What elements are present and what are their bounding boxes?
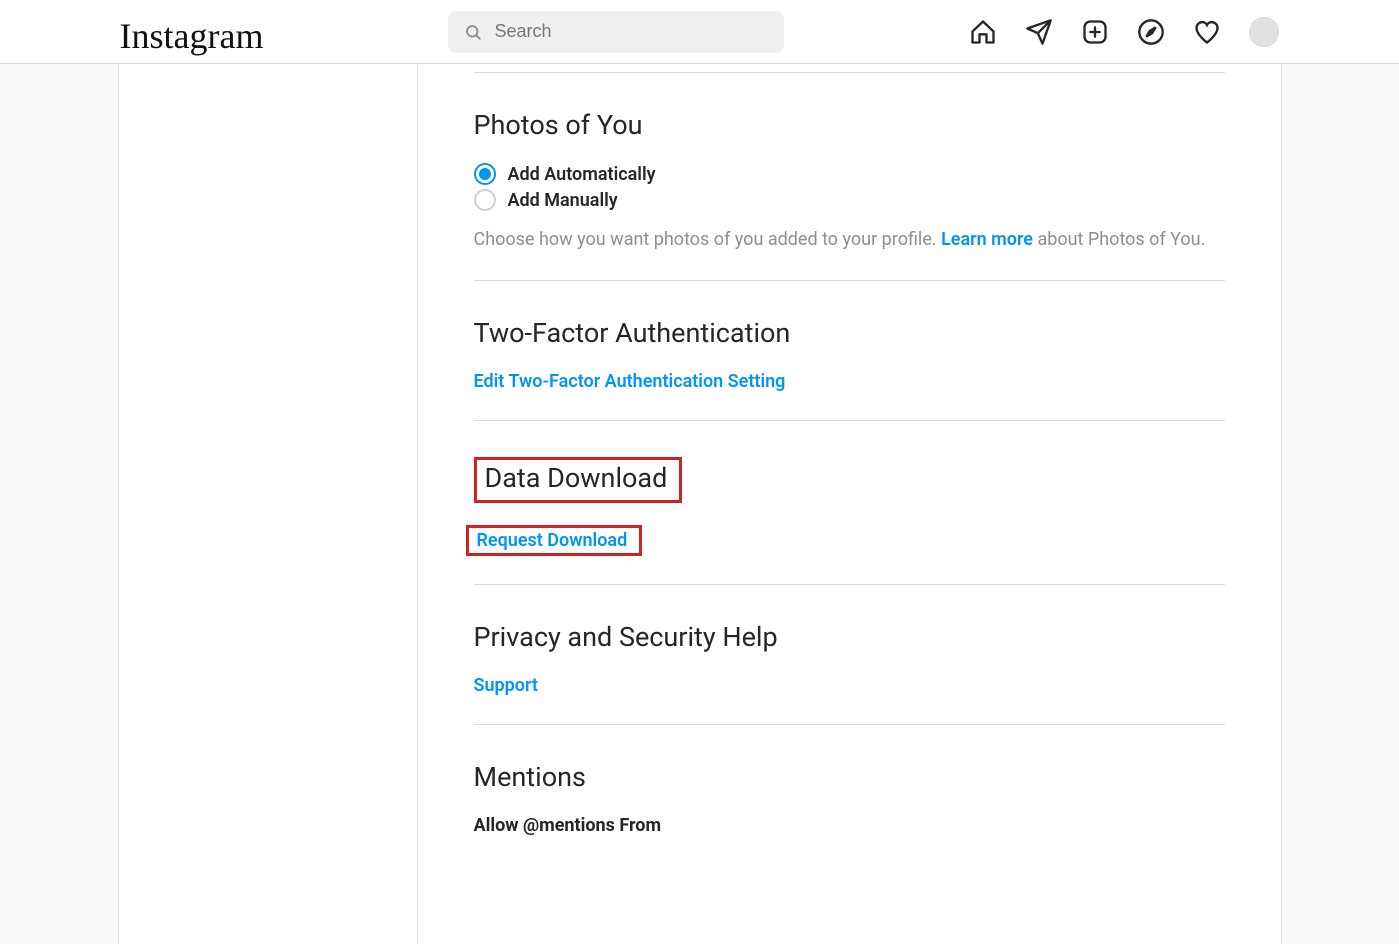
radio-add-manually[interactable]: Add Manually bbox=[474, 189, 1225, 211]
new-post-icon[interactable] bbox=[1081, 18, 1109, 46]
section-data-download: Data Download Request Download bbox=[474, 420, 1225, 584]
edit-two-factor-link[interactable]: Edit Two-Factor Authentication Setting bbox=[474, 371, 786, 392]
section-privacy-help: Privacy and Security Help Support bbox=[474, 584, 1225, 724]
section-title-two-factor: Two-Factor Authentication bbox=[474, 317, 1225, 349]
help-text: Choose how you want photos of you added … bbox=[474, 227, 1225, 252]
profile-avatar[interactable] bbox=[1249, 17, 1279, 47]
section-title-photos-of-you: Photos of You bbox=[474, 109, 1225, 141]
highlight-box: Data Download bbox=[474, 457, 683, 503]
radio-label: Add Automatically bbox=[508, 164, 656, 185]
section-title-privacy-help: Privacy and Security Help bbox=[474, 621, 1225, 653]
learn-more-link[interactable]: Learn more bbox=[941, 229, 1033, 250]
settings-columns: Photos of You Add Automatically Add Manu… bbox=[118, 64, 1282, 944]
settings-main: Photos of You Add Automatically Add Manu… bbox=[418, 64, 1282, 944]
activity-heart-icon[interactable] bbox=[1193, 18, 1221, 46]
radio-add-automatically[interactable]: Add Automatically bbox=[474, 163, 1225, 185]
messenger-icon[interactable] bbox=[1025, 18, 1053, 46]
section-title-data-download: Data Download bbox=[474, 457, 1225, 503]
radio-button-icon bbox=[474, 189, 496, 211]
nav-icons bbox=[969, 17, 1279, 47]
settings-sidebar bbox=[118, 64, 418, 944]
section-photos-of-you: Photos of You Add Automatically Add Manu… bbox=[474, 72, 1225, 280]
search-box[interactable] bbox=[448, 11, 784, 53]
page: Photos of You Add Automatically Add Manu… bbox=[0, 0, 1399, 944]
support-link[interactable]: Support bbox=[474, 675, 538, 696]
section-mentions: Mentions Allow @mentions From bbox=[474, 724, 1225, 864]
top-nav: Instagram bbox=[0, 0, 1399, 64]
highlight-box: Request Download bbox=[466, 525, 643, 556]
explore-icon[interactable] bbox=[1137, 18, 1165, 46]
allow-mentions-label: Allow @mentions From bbox=[474, 815, 1225, 836]
search-input[interactable] bbox=[494, 21, 768, 42]
search-icon bbox=[464, 23, 482, 41]
help-suffix: about Photos of You. bbox=[1033, 229, 1205, 250]
section-title-mentions: Mentions bbox=[474, 761, 1225, 793]
radio-label: Add Manually bbox=[508, 190, 618, 211]
request-download-link[interactable]: Request Download bbox=[477, 530, 628, 551]
section-two-factor: Two-Factor Authentication Edit Two-Facto… bbox=[474, 280, 1225, 420]
brand-logo[interactable]: Instagram bbox=[120, 15, 264, 57]
home-icon[interactable] bbox=[969, 18, 997, 46]
avatar bbox=[1249, 17, 1279, 47]
top-nav-inner: Instagram bbox=[120, 11, 1280, 53]
radio-button-icon bbox=[474, 163, 496, 185]
help-prefix: Choose how you want photos of you added … bbox=[474, 229, 942, 250]
